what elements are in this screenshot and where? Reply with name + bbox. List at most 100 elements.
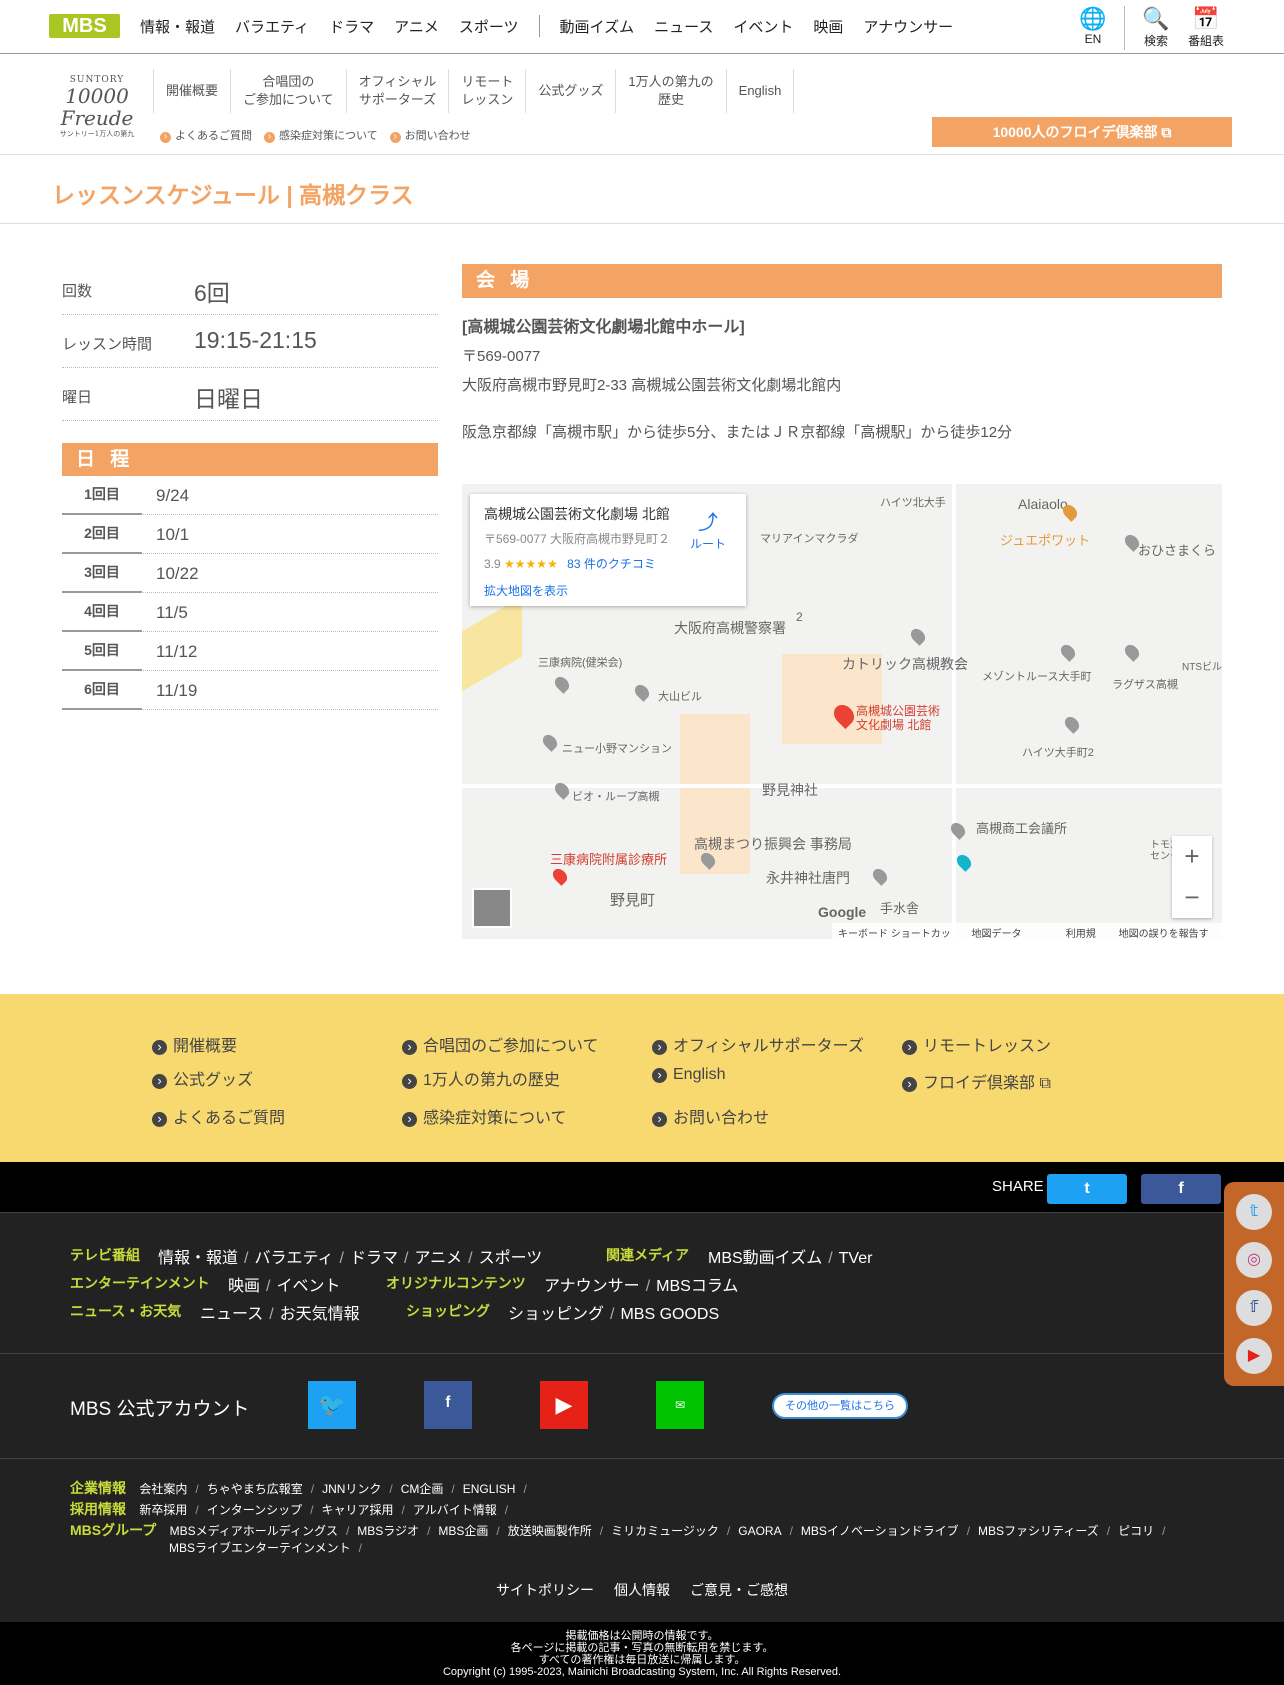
- venue-name: [高槻城公園芸術文化劇場北館中ホール]: [462, 319, 745, 336]
- facebook-icon[interactable]: 𝕗: [1236, 1290, 1272, 1326]
- directions-icon: ⤴: [697, 512, 718, 534]
- subnav-remote-lesson[interactable]: リモート レッスン: [449, 69, 527, 113]
- share-facebook-button[interactable]: f: [1141, 1174, 1221, 1204]
- zoom-out-button[interactable]: −: [1172, 877, 1212, 918]
- footer-contact[interactable]: お問い合わせ: [652, 1104, 769, 1128]
- subnav-history[interactable]: 1万人の第九の 歴史: [616, 69, 727, 113]
- side-social-bar: 𝕥 ◎ 𝕗 ▶: [1224, 1182, 1284, 1386]
- nav-variety[interactable]: バラエティ: [225, 16, 319, 37]
- footer-history[interactable]: 1万人の第九の歴史: [402, 1066, 560, 1090]
- nav-anime[interactable]: アニメ: [384, 16, 449, 37]
- nav-douga[interactable]: 動画イズム: [550, 16, 645, 37]
- info-row: レッスン時間 19:15-21:15: [62, 315, 438, 368]
- nav-drama[interactable]: ドラマ: [319, 16, 384, 37]
- search-button[interactable]: 🔍 検索: [1133, 6, 1179, 49]
- nav-info[interactable]: 情報・報道: [130, 16, 225, 37]
- freude-logo[interactable]: SUNTORY 10000 Freude サントリー1万人の第九: [52, 75, 142, 138]
- footer-overview[interactable]: 開催概要: [152, 1032, 237, 1056]
- nav-news[interactable]: ニュース: [644, 16, 723, 37]
- twitter-icon[interactable]: 𝕥: [1236, 1194, 1272, 1230]
- mbs-twitter-link[interactable]: 🐦: [308, 1381, 356, 1429]
- header-divider: [1124, 6, 1125, 50]
- map-pin-icon[interactable]: [954, 852, 974, 872]
- nav-divider: [538, 15, 540, 37]
- map-pin-icon[interactable]: [1058, 642, 1078, 662]
- map-reviews-link[interactable]: 83 件のクチコミ: [567, 557, 656, 571]
- instagram-icon[interactable]: ◎: [1236, 1242, 1272, 1278]
- subnav-infection[interactable]: 感染症対策について: [264, 127, 378, 143]
- divider: [0, 1353, 1284, 1354]
- map-enlarge-link[interactable]: 拡大地図を表示: [484, 582, 732, 599]
- divider: [0, 1458, 1284, 1459]
- policy-links: サイトポリシー 個人情報 ご意見・ご感想: [0, 1580, 1284, 1600]
- site-policy-link[interactable]: サイトポリシー: [496, 1582, 594, 1598]
- footer-freude-club[interactable]: フロイデ倶楽部 ⧉: [902, 1069, 1051, 1093]
- more-accounts-button[interactable]: その他の一覧はこちら: [772, 1393, 908, 1419]
- schedule-heading: 日 程: [62, 443, 438, 476]
- footer-remote-lesson[interactable]: リモートレッスン: [902, 1032, 1051, 1056]
- map-pin-icon[interactable]: [540, 732, 560, 752]
- schedule-row: 4回目 11/5: [62, 593, 438, 632]
- footer-goods[interactable]: 公式グッズ: [152, 1066, 253, 1090]
- map-route-button[interactable]: ⤴ ルート: [690, 506, 726, 552]
- mbs-youtube-link[interactable]: ▶: [540, 1381, 588, 1429]
- mbs-facebook-link[interactable]: ᶠ: [424, 1381, 472, 1429]
- satellite-toggle[interactable]: [472, 888, 512, 928]
- footer-faq[interactable]: よくあるご質問: [152, 1104, 285, 1128]
- subnav-contact[interactable]: お問い合わせ: [390, 127, 471, 143]
- schedule-button[interactable]: 📅 番組表: [1183, 6, 1229, 49]
- nav-event[interactable]: イベント: [723, 16, 803, 37]
- google-map[interactable]: 大阪府高槻警察署 カトリック高槻教会 高槻城公園芸術 文化劇場 北館 野見神社 …: [462, 484, 1222, 939]
- footer-ent-links: 映画 / イベント: [228, 1278, 341, 1295]
- footer-media-links: MBS動画イズム / TVer: [708, 1250, 873, 1267]
- subnav-faq[interactable]: よくあるご質問: [160, 127, 252, 143]
- title-bar: レッスンスケジュール | 高槻クラス: [0, 156, 1284, 224]
- venue-access: 阪急京都線「高槻市駅」から徒歩5分、またはＪＲ京都線「高槻駅」から徒歩12分: [462, 424, 1013, 441]
- subnav-english[interactable]: English: [727, 69, 795, 113]
- map-pin-icon[interactable]: [1062, 714, 1082, 734]
- schedule-row: 3回目 10/22: [62, 554, 438, 593]
- share-bar: SHARE t f: [0, 1162, 1284, 1212]
- freude-footer: 開催概要 合唱団のご参加について オフィシャルサポーターズ リモートレッスン 公…: [0, 994, 1284, 1162]
- nav-sports[interactable]: スポーツ: [449, 16, 529, 37]
- stars-icon: ★★★★★: [504, 557, 558, 571]
- footer-tv-links: 情報・報道 / バラエティ / ドラマ / アニメ / スポーツ: [158, 1250, 543, 1267]
- freude-club-button[interactable]: 10000人のフロイデ倶楽部 ⧉: [932, 117, 1232, 147]
- nav-announcer[interactable]: アナウンサー: [853, 16, 963, 37]
- footer-english[interactable]: English: [652, 1066, 725, 1084]
- youtube-icon[interactable]: ▶: [1236, 1338, 1272, 1374]
- mbs-footer: テレビ番組 情報・報道 / バラエティ / ドラマ / アニメ / スポーツ 関連メディア MB…: [0, 1212, 1284, 1622]
- search-icon: 🔍: [1142, 6, 1170, 31]
- footer-join-choir[interactable]: 合唱団のご参加について: [402, 1032, 599, 1056]
- nav-movie[interactable]: 映画: [803, 16, 853, 37]
- freude-nav: 開催概要 合唱団の ご参加について オフィシャル サポーターズ リモート レッス…: [153, 69, 795, 113]
- subnav-overview[interactable]: 開催概要: [154, 69, 232, 113]
- zoom-in-button[interactable]: +: [1172, 836, 1212, 877]
- globe-icon: 🌐: [1079, 6, 1107, 31]
- info-row: 回数 6回: [62, 262, 438, 315]
- footer-supporters[interactable]: オフィシャルサポーターズ: [652, 1032, 864, 1056]
- footer-infection[interactable]: 感染症対策について: [402, 1104, 567, 1128]
- map-pin-icon[interactable]: [552, 674, 572, 694]
- mbs-line-link[interactable]: ✉: [656, 1381, 704, 1429]
- map-shortcuts-link[interactable]: キーボード ショートカット: [838, 925, 958, 939]
- facebook-icon: ᶠ: [445, 1392, 451, 1417]
- map-pin-icon[interactable]: [870, 866, 890, 886]
- venue-postal: 〒569-0077: [462, 348, 541, 365]
- share-twitter-button[interactable]: t: [1047, 1174, 1127, 1204]
- language-button[interactable]: 🌐 EN: [1070, 6, 1116, 46]
- subnav-supporters[interactable]: オフィシャル サポーターズ: [347, 69, 450, 113]
- mbs-logo[interactable]: MBS: [49, 14, 120, 38]
- map-pin-icon[interactable]: [908, 626, 928, 646]
- recruit-links: 採用情報 新卒採用 / インターンシップ / キャリア採用 / アルバイト情報 /: [70, 1501, 509, 1517]
- subnav-join-choir[interactable]: 合唱団の ご参加について: [231, 69, 347, 113]
- map-pin-icon[interactable]: [1122, 642, 1142, 662]
- map-pin-icon[interactable]: [632, 682, 652, 702]
- feedback-link[interactable]: ご意見・ご感想: [690, 1582, 788, 1598]
- subnav-goods[interactable]: 公式グッズ: [526, 69, 617, 113]
- main-nav: 情報・報道 バラエティ ドラマ アニメ スポーツ 動画イズム ニュース イベント…: [130, 0, 963, 52]
- map-terms-link[interactable]: 利用規約: [1066, 925, 1105, 939]
- privacy-link[interactable]: 個人情報: [614, 1582, 670, 1598]
- map-report-link[interactable]: 地図の誤りを報告する: [1119, 925, 1216, 939]
- clinic-pin-icon[interactable]: [550, 866, 570, 886]
